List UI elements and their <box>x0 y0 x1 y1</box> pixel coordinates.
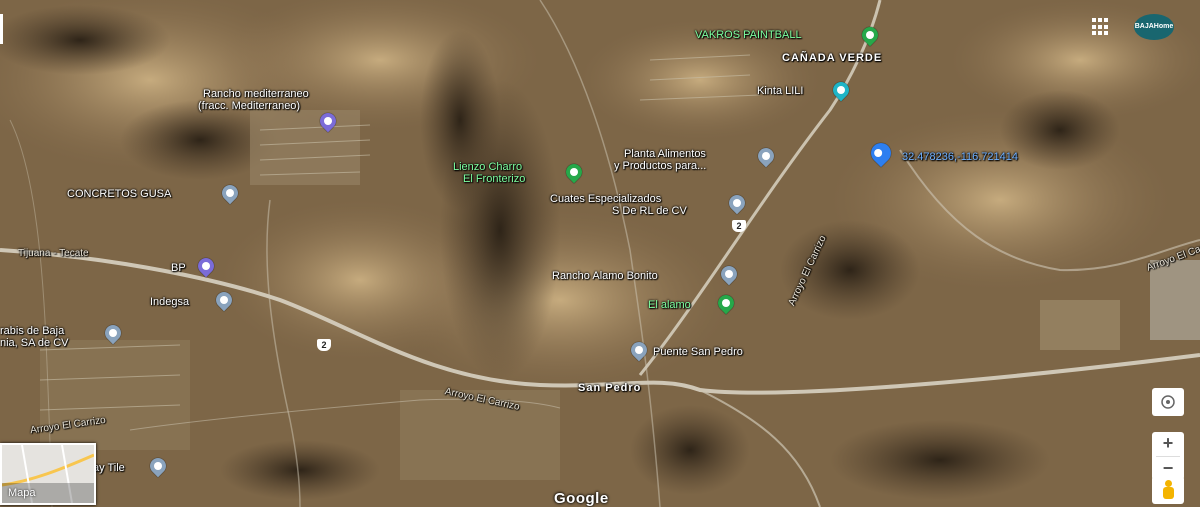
concretos-gusa-label[interactable]: CONCRETOS GUSA <box>67 188 171 200</box>
map-pin-icon <box>226 189 234 197</box>
apps-grid-icon[interactable] <box>1092 18 1110 36</box>
el-alamo-label[interactable]: El alamo <box>648 299 691 311</box>
vakros-paintball-label[interactable]: VAKROS PAINTBALL <box>695 29 802 41</box>
pegman-icon <box>1165 480 1172 487</box>
view-control-button[interactable] <box>1152 388 1184 416</box>
google-logo: Google <box>554 490 609 507</box>
bridge-icon <box>635 346 643 354</box>
arabis-sublabel[interactable]: nia, SA de CV <box>0 337 69 349</box>
highway-2-shield-west: 2 <box>317 339 331 351</box>
satellite-terrain <box>0 0 1200 507</box>
tile-label[interactable]: ay Tile <box>93 462 125 474</box>
fuel-icon <box>324 117 332 125</box>
map-pin-icon <box>570 168 578 176</box>
edge-marker <box>0 14 3 44</box>
map-pin-icon <box>874 149 883 157</box>
canada-verde-label[interactable]: CAÑADA VERDE <box>782 52 882 64</box>
san-pedro-label[interactable]: San Pedro <box>578 382 641 394</box>
tree-icon <box>722 299 730 307</box>
map-pin-icon <box>220 296 228 304</box>
zoom-in-button[interactable]: + <box>1152 432 1184 456</box>
compass-icon <box>1161 395 1175 409</box>
coordinates-label[interactable]: 32.478236,-116.721414 <box>902 151 1018 163</box>
indegsa-label[interactable]: Indegsa <box>150 296 189 308</box>
map-pin-icon <box>866 31 874 39</box>
tijuana-tecate-road-label: Tijuana - Tecate <box>18 248 89 259</box>
minimap-label: Mapa <box>8 487 36 499</box>
arabis-label[interactable]: rabis de Baja <box>0 325 64 337</box>
map-pin-icon <box>154 462 162 470</box>
street-view-pegman[interactable] <box>1152 476 1184 504</box>
lienzo-charro-sublabel[interactable]: El Fronterizo <box>463 173 525 185</box>
map-pin-icon <box>109 329 117 337</box>
satellite-map[interactable]: VAKROS PAINTBALL CAÑADA VERDE Kinta LILI… <box>0 0 1200 507</box>
church-icon <box>725 270 733 278</box>
lodging-icon <box>837 86 845 94</box>
brand-logo[interactable]: BAJAHome <box>1134 14 1174 40</box>
rancho-mediterraneo-label[interactable]: Rancho mediterraneo <box>203 88 309 100</box>
planta-alimentos-sublabel[interactable]: y Productos para... <box>614 160 706 172</box>
building-icon <box>733 199 741 207</box>
rancho-mediterraneo-sublabel[interactable]: (fracc. Mediterraneo) <box>198 100 300 112</box>
rancho-alamo-bonito-label[interactable]: Rancho Alamo Bonito <box>552 270 658 282</box>
map-type-toggle[interactable]: Mapa <box>0 443 96 505</box>
cuates-especializados-label[interactable]: Cuates Especializados <box>550 193 661 205</box>
cuates-especializados-sublabel[interactable]: S De RL de CV <box>612 205 687 217</box>
bp-label[interactable]: BP <box>171 262 186 274</box>
lienzo-charro-label[interactable]: Lienzo Charro <box>453 161 522 173</box>
puente-san-pedro-label[interactable]: Puente San Pedro <box>653 346 743 358</box>
highway-2-shield: 2 <box>732 220 746 232</box>
map-pin-icon <box>762 152 770 160</box>
kinta-lili-label[interactable]: Kinta LILI <box>757 85 803 97</box>
fuel-icon <box>202 262 210 270</box>
zoom-control: + − <box>1152 432 1184 480</box>
planta-alimentos-label[interactable]: Planta Alimentos <box>624 148 706 160</box>
